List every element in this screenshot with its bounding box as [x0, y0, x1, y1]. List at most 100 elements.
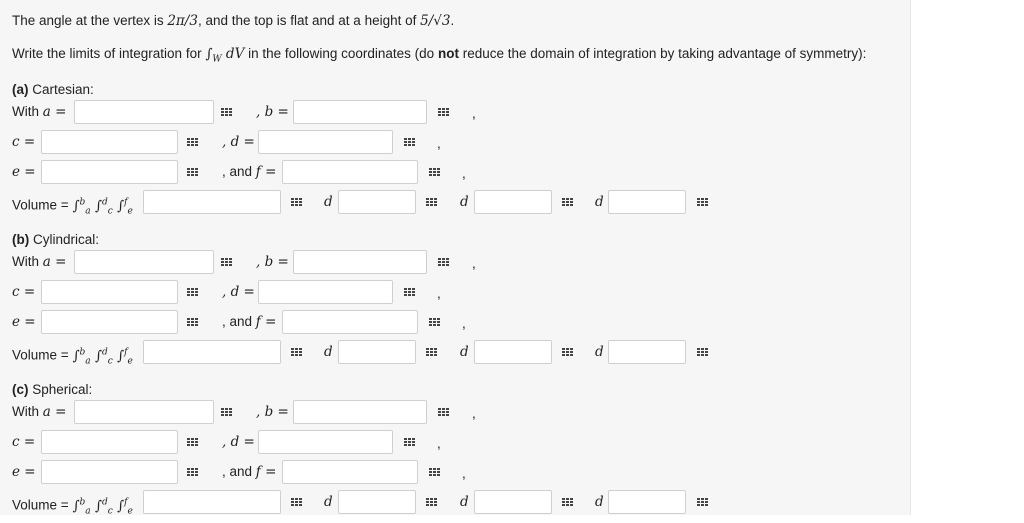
matrix-grid-icon[interactable]: [180, 280, 206, 304]
matrix-grid-icon[interactable]: [422, 460, 448, 484]
matrix-grid-icon[interactable]: [397, 430, 423, 454]
input-var-3[interactable]: [608, 190, 686, 214]
matrix-grid-icon[interactable]: [180, 430, 206, 454]
matrix-grid-icon[interactable]: [690, 340, 716, 364]
input-f[interactable]: [282, 460, 418, 484]
a-eq: a =: [42, 254, 67, 270]
matrix-grid-icon[interactable]: [284, 190, 310, 214]
input-d[interactable]: [258, 280, 393, 304]
intro-text: The angle at the vertex is: [12, 13, 168, 28]
matrix-grid-icon[interactable]: [431, 400, 457, 424]
dv-symbol: dV: [221, 46, 245, 62]
label-f: , and f =: [222, 160, 276, 184]
limit-a: a: [85, 356, 91, 367]
differential-2: d: [460, 494, 469, 510]
matrix-grid-icon[interactable]: [284, 490, 310, 514]
matrix-grid-icon[interactable]: [284, 340, 310, 364]
input-var-3[interactable]: [608, 340, 686, 364]
input-var-2[interactable]: [474, 340, 552, 364]
matrix-grid-icon[interactable]: [555, 340, 581, 364]
intro-text-end: .: [450, 13, 455, 28]
matrix-grid-icon[interactable]: [431, 250, 457, 274]
matrix-grid-icon[interactable]: [422, 310, 448, 334]
matrix-grid-icon[interactable]: [214, 100, 240, 124]
input-a[interactable]: [74, 400, 214, 424]
input-b[interactable]: [293, 250, 427, 274]
matrix-grid-icon[interactable]: [419, 190, 445, 214]
matrix-grid-icon[interactable]: [431, 100, 457, 124]
label-d: , d =: [222, 284, 255, 300]
differential-1: d: [324, 494, 333, 510]
input-var-1[interactable]: [338, 490, 416, 514]
section-heading: (b) Cylindrical:: [12, 232, 99, 247]
label-b: , b =: [256, 104, 289, 120]
label-with-a: With a =: [12, 100, 66, 124]
input-b[interactable]: [293, 400, 427, 424]
f-eq: f =: [255, 164, 277, 180]
with-text: With: [12, 404, 39, 419]
matrix-grid-icon[interactable]: [214, 250, 240, 274]
and-text: , and: [222, 314, 253, 329]
matrix-grid-icon[interactable]: [419, 490, 445, 514]
section-heading: (a) Cartesian:: [12, 82, 94, 97]
emphasis-not: not: [437, 46, 459, 61]
section-name: Cartesian:: [28, 82, 94, 97]
matrix-grid-icon[interactable]: [422, 160, 448, 184]
matrix-grid-icon[interactable]: [180, 160, 206, 184]
matrix-grid-icon[interactable]: [419, 340, 445, 364]
label-with-a: With a =: [12, 250, 66, 274]
comma: ,: [437, 136, 441, 151]
matrix-grid-icon[interactable]: [555, 190, 581, 214]
input-var-3[interactable]: [608, 490, 686, 514]
input-a[interactable]: [74, 100, 214, 124]
input-b[interactable]: [293, 100, 427, 124]
comma: ,: [437, 436, 441, 451]
input-d[interactable]: [258, 430, 393, 454]
limit-c: c: [107, 356, 113, 367]
input-c[interactable]: [41, 430, 178, 454]
volume-label: Volume = ∫ba ∫dc ∫fe: [12, 340, 133, 373]
input-c[interactable]: [41, 130, 178, 154]
f-eq: f =: [255, 314, 277, 330]
input-e[interactable]: [41, 160, 178, 184]
input-c[interactable]: [41, 280, 178, 304]
matrix-grid-icon[interactable]: [214, 400, 240, 424]
input-f[interactable]: [282, 310, 418, 334]
matrix-grid-icon[interactable]: [690, 490, 716, 514]
matrix-grid-icon[interactable]: [690, 190, 716, 214]
label-b: , b =: [256, 254, 289, 270]
matrix-grid-icon[interactable]: [180, 460, 206, 484]
matrix-grid-icon[interactable]: [180, 310, 206, 334]
matrix-grid-icon[interactable]: [555, 490, 581, 514]
label-e: e =: [12, 464, 36, 480]
matrix-grid-icon[interactable]: [180, 130, 206, 154]
comma: ,: [472, 106, 476, 121]
input-var-1[interactable]: [338, 190, 416, 214]
input-a[interactable]: [74, 250, 214, 274]
label-e: e =: [12, 164, 36, 180]
input-integrand[interactable]: [143, 490, 281, 514]
input-d[interactable]: [258, 130, 393, 154]
with-text: With: [12, 104, 39, 119]
differential-3: d: [595, 494, 604, 510]
triple-integral: ∫ba ∫dc ∫fe: [72, 497, 133, 517]
label-with-a: With a =: [12, 400, 66, 424]
instruction-end: reduce the domain of integration by taki…: [458, 46, 867, 61]
input-var-1[interactable]: [338, 340, 416, 364]
intro-line-1: The angle at the vertex is 2π/3, and the…: [12, 13, 454, 29]
limit-a: a: [85, 206, 91, 217]
input-e[interactable]: [41, 310, 178, 334]
matrix-grid-icon[interactable]: [397, 130, 423, 154]
input-var-2[interactable]: [474, 490, 552, 514]
input-integrand[interactable]: [143, 340, 281, 364]
matrix-grid-icon[interactable]: [397, 280, 423, 304]
label-e: e =: [12, 314, 36, 330]
volume-label: Volume = ∫ba ∫dc ∫fe: [12, 190, 133, 223]
limit-e: e: [127, 206, 133, 217]
intro-line-2: Write the limits of integration for ∫W d…: [12, 46, 866, 65]
input-var-2[interactable]: [474, 190, 552, 214]
input-e[interactable]: [41, 460, 178, 484]
input-f[interactable]: [282, 160, 418, 184]
intro-text-mid: , and the top is flat and at a height of: [197, 13, 421, 28]
input-integrand[interactable]: [143, 190, 281, 214]
